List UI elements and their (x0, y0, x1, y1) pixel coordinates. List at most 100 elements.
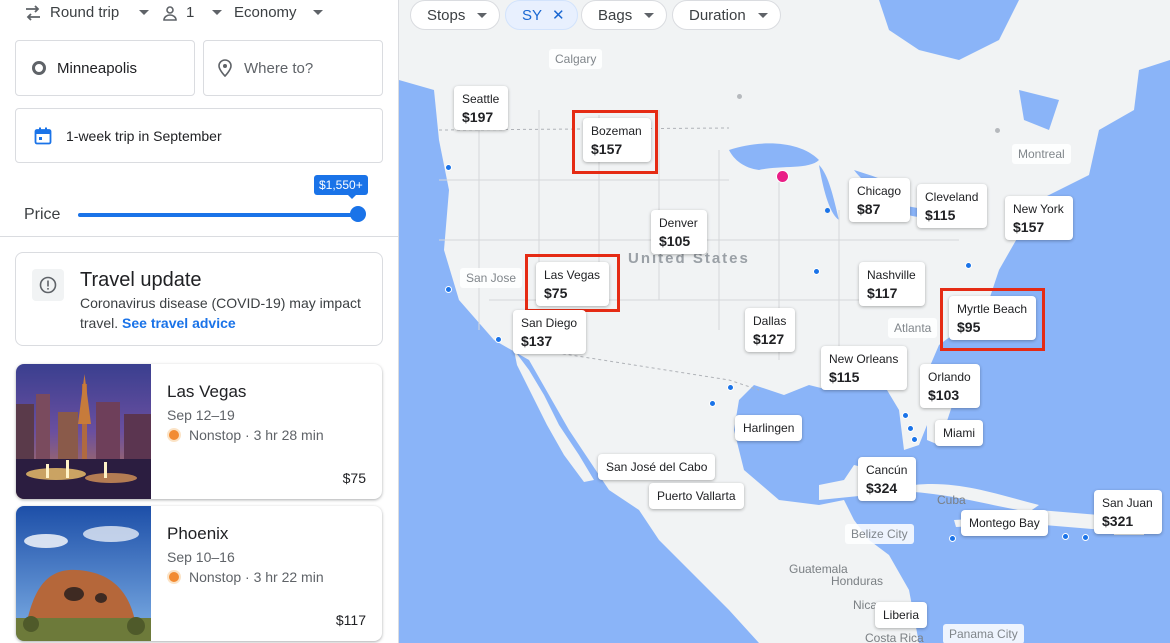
map-pin-puerto-vallarta[interactable]: Puerto Vallarta (649, 483, 744, 509)
pin-city: Harlingen (743, 421, 795, 435)
destination-dot[interactable] (727, 384, 734, 391)
dates-field[interactable]: 1-week trip in September (15, 108, 383, 163)
pin-price: $117 (867, 285, 898, 301)
trip-type-select[interactable]: Round trip (24, 4, 150, 21)
price-slider-thumb[interactable] (350, 206, 366, 222)
location-pin-icon (218, 59, 232, 77)
price-label: Price (24, 206, 61, 223)
price-slider-track[interactable] (78, 213, 358, 217)
map-pin-chicago[interactable]: Chicago $87 (849, 178, 911, 222)
chevron-down-icon (757, 12, 768, 18)
map-pin-montego-bay[interactable]: Montego Bay (961, 510, 1048, 536)
map-pin-cancun[interactable]: Cancún $324 (858, 457, 917, 501)
map[interactable]: Stops SY ✕ Bags Duration United States Ca… (399, 0, 1170, 643)
pin-price: $324 (866, 480, 898, 496)
origin-value: Minneapolis (57, 59, 138, 77)
pin-city: Seattle (462, 92, 500, 106)
search-options-bar: Round trip 1 Economy (0, 0, 399, 30)
destination-dot[interactable] (1062, 533, 1069, 540)
divider (0, 236, 399, 237)
map-pin-liberia[interactable]: Liberia (875, 602, 928, 628)
map-pin-san-juan[interactable]: San Juan $321 (1094, 490, 1162, 534)
map-pin-new-orleans[interactable]: New Orleans $115 (821, 346, 908, 390)
result-stops: Nonstop · 3 hr 22 min (167, 569, 324, 585)
pin-city: Montego Bay (969, 516, 1040, 530)
result-city: Phoenix (167, 524, 229, 543)
alert-icon (39, 276, 57, 294)
result-dates: Sep 10–16 (167, 549, 235, 565)
result-card-phoenix[interactable]: Phoenix Sep 10–16 Nonstop · 3 hr 22 min … (16, 506, 382, 641)
destination-dot[interactable] (902, 412, 909, 419)
map-pin-seattle[interactable]: Seattle $197 (454, 86, 509, 130)
info-box (32, 269, 64, 301)
duration-filter-chip[interactable]: Duration (672, 0, 781, 30)
map-pin-san-diego[interactable]: San Diego $137 (513, 310, 587, 354)
pin-city: Bozeman (591, 124, 642, 138)
city-label-panama-city: Panama City (943, 624, 1024, 643)
cabin-select[interactable]: Economy (234, 4, 323, 21)
destination-dot[interactable] (949, 535, 956, 542)
map-pin-dallas[interactable]: Dallas $127 (745, 308, 796, 352)
map-pin-san-jose-del-cabo[interactable]: San José del Cabo (598, 454, 716, 480)
bags-chip-label: Bags (598, 6, 633, 24)
airline-logo-icon (167, 428, 181, 442)
map-pin-orlando[interactable]: Orlando $103 (920, 364, 980, 408)
travel-update-card: Travel update Coronavirus disease (COVID… (15, 252, 383, 346)
result-stops: Nonstop · 3 hr 28 min (167, 427, 324, 443)
pin-price: $321 (1102, 513, 1134, 529)
passengers-select[interactable]: 1 (162, 4, 223, 21)
bags-filter-chip[interactable]: Bags (581, 0, 668, 30)
destination-dot[interactable] (907, 425, 914, 432)
map-pin-las-vegas[interactable]: Las Vegas $75 (536, 262, 610, 306)
destination-field[interactable]: Where to? (203, 40, 383, 96)
pin-city: Liberia (883, 608, 920, 622)
stops-filter-chip[interactable]: Stops (410, 0, 501, 30)
pin-city: Puerto Vallarta (657, 489, 736, 503)
airline-chip-label: SY (522, 6, 543, 24)
map-pin-harlingen[interactable]: Harlingen (735, 415, 803, 441)
close-icon[interactable]: ✕ (552, 6, 565, 24)
result-card-las-vegas[interactable]: Las Vegas Sep 12–19 Nonstop · 3 hr 28 mi… (16, 364, 382, 499)
dates-value: 1-week trip in September (66, 127, 222, 144)
origin-marker[interactable] (776, 170, 789, 183)
airline-filter-chip[interactable]: SY ✕ (505, 0, 578, 30)
country-label-honduras: Honduras (831, 574, 884, 588)
pin-price: $197 (462, 109, 494, 125)
pin-price: $115 (829, 369, 860, 385)
pin-price: $87 (857, 201, 881, 217)
pin-city: Cleveland (925, 190, 979, 204)
map-pin-miami[interactable]: Miami (935, 420, 983, 446)
map-pin-cleveland[interactable]: Cleveland $115 (917, 184, 988, 228)
calendar-icon (34, 127, 52, 144)
map-pin-denver[interactable]: Denver $105 (651, 210, 707, 254)
phoenix-photo (16, 506, 151, 641)
las-vegas-photo (16, 364, 151, 499)
destination-dot[interactable] (709, 400, 716, 407)
duration-chip-label: Duration (689, 6, 746, 24)
pin-city: Chicago (857, 184, 902, 198)
destination-dot[interactable] (1082, 534, 1089, 541)
result-price: $117 (335, 612, 366, 628)
city-label-atlanta: Atlanta (888, 318, 938, 338)
destination-dot[interactable] (911, 436, 918, 443)
travel-update-title: Travel update (80, 269, 202, 291)
pin-city: Dallas (753, 314, 787, 328)
map-pin-bozeman[interactable]: Bozeman $157 (583, 118, 651, 162)
pin-price: $95 (957, 319, 981, 335)
origin-field[interactable]: Minneapolis (15, 40, 195, 96)
passengers-count: 1 (186, 4, 195, 21)
pin-price: $103 (928, 387, 960, 403)
destination-dot[interactable] (495, 336, 502, 343)
city-label-calgary: Calgary (549, 49, 603, 69)
pin-city: San Diego (521, 316, 578, 330)
pin-price: $105 (659, 233, 691, 249)
map-pin-myrtle-beach[interactable]: Myrtle Beach $95 (949, 296, 1037, 340)
result-stops-text: Nonstop · 3 hr 22 min (189, 569, 324, 585)
map-pin-new-york[interactable]: New York $157 (1005, 196, 1073, 240)
map-pin-nashville[interactable]: Nashville $117 (859, 262, 925, 306)
destination-dot[interactable] (965, 262, 972, 269)
destination-dot[interactable] (445, 286, 452, 293)
destination-dot[interactable] (445, 164, 452, 171)
destination-dot[interactable] (813, 268, 820, 275)
travel-advice-link[interactable]: See travel advice (122, 315, 236, 331)
